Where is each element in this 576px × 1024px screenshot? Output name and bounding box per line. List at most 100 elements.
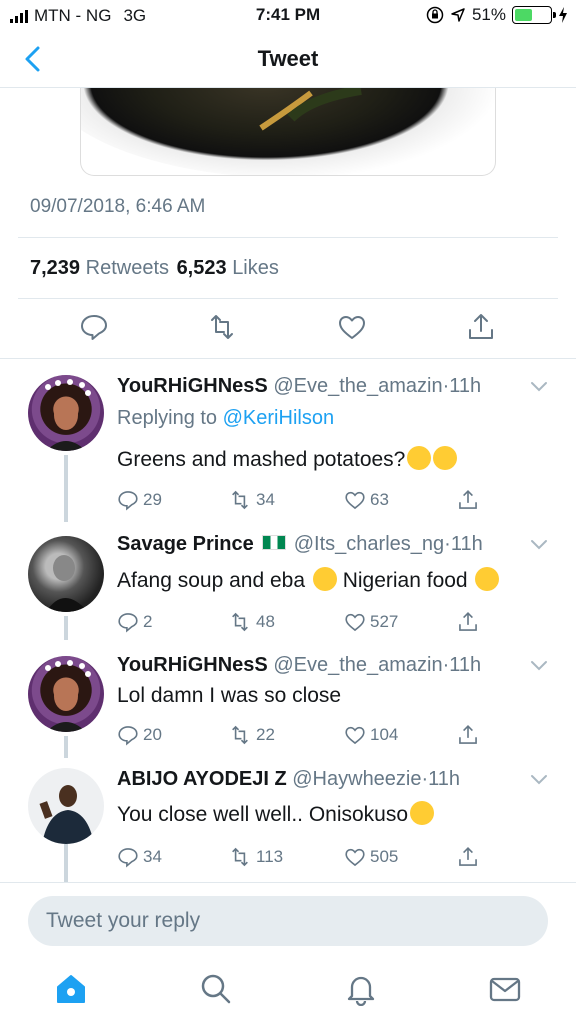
like-count: 505 bbox=[370, 847, 399, 866]
notifications-icon[interactable] bbox=[344, 972, 378, 1006]
tweet-stats: 7,239 Retweets 6,523 Likes bbox=[30, 257, 279, 280]
charging-icon bbox=[559, 7, 567, 23]
reply-time: 11h bbox=[449, 654, 482, 676]
reply-author-handle[interactable]: @Haywheezie bbox=[292, 768, 421, 790]
reply-retweet-action[interactable]: 113 bbox=[228, 846, 283, 868]
reply-item[interactable]: Savage Prince @Its_charles_ng·11h Afang s… bbox=[0, 522, 576, 640]
reply-header: ABIJO AYODEJI Z @Haywheezie·11h bbox=[117, 768, 460, 791]
reply-author-name[interactable]: ABIJO AYODEJI Z bbox=[117, 768, 287, 790]
page-title: Tweet bbox=[257, 46, 319, 71]
retweet-icon bbox=[232, 612, 248, 632]
avatar-photo bbox=[45, 379, 91, 451]
reply-share-action[interactable] bbox=[457, 846, 479, 868]
tweet-actions bbox=[0, 312, 576, 348]
chevron-down-icon[interactable] bbox=[530, 381, 548, 393]
reply-author-handle[interactable]: @Eve_the_amazin bbox=[273, 654, 442, 676]
retweet-count: 34 bbox=[256, 490, 275, 509]
chevron-down-icon[interactable] bbox=[530, 660, 548, 672]
share-icon[interactable] bbox=[466, 312, 496, 342]
heart-eyes-emoji-icon bbox=[475, 567, 500, 591]
reply-reply-action[interactable]: 34 bbox=[117, 846, 162, 868]
like-icon bbox=[345, 848, 365, 867]
reply-like-action[interactable]: 104 bbox=[344, 724, 398, 746]
like-icon bbox=[345, 726, 365, 745]
status-bar: MTN - NG 3G 7:41 PM 51% bbox=[0, 0, 576, 30]
battery-icon bbox=[512, 6, 556, 24]
tweet-timestamp: 09/07/2018, 6:46 AM bbox=[30, 196, 206, 217]
reply-text: Lol damn I was so close bbox=[117, 684, 342, 707]
chevron-down-icon[interactable] bbox=[530, 774, 548, 786]
retweet-icon bbox=[232, 490, 248, 510]
like-count: 63 bbox=[370, 490, 389, 509]
reply-header: Savage Prince @Its_charles_ng·11h bbox=[117, 533, 483, 556]
thinking-emoji-icon bbox=[407, 446, 432, 470]
reply-actions: 2 48 527 bbox=[117, 611, 557, 637]
reply-author-name[interactable]: YouRHiGHNesS bbox=[117, 654, 268, 676]
reply-text-content: Greens and mashed potatoes? bbox=[117, 448, 406, 471]
reply-retweet-action[interactable]: 34 bbox=[228, 489, 275, 511]
reply-author-handle[interactable]: @Eve_the_amazin bbox=[273, 375, 442, 397]
retweet-count: 48 bbox=[256, 612, 275, 631]
food-detail bbox=[259, 88, 362, 131]
reply-icon bbox=[118, 613, 138, 633]
reply-retweet-action[interactable]: 48 bbox=[228, 611, 275, 633]
like-icon bbox=[345, 613, 365, 632]
battery-percent: 51% bbox=[471, 5, 506, 24]
reply-author-name[interactable]: Savage Prince bbox=[117, 533, 254, 555]
reply-icon[interactable] bbox=[79, 312, 109, 342]
reply-item[interactable]: YouRHiGHNesS @Eve_the_amazin·11h Replyin… bbox=[0, 359, 576, 522]
thread-line bbox=[64, 616, 68, 640]
reply-text: You close well well.. Onisokuso bbox=[117, 801, 435, 827]
thread-line bbox=[64, 844, 68, 882]
like-icon[interactable] bbox=[337, 312, 367, 342]
reply-share-action[interactable] bbox=[457, 724, 479, 746]
nav-bar: Tweet bbox=[0, 30, 576, 88]
share-icon bbox=[459, 490, 477, 509]
reply-like-action[interactable]: 527 bbox=[344, 611, 398, 633]
home-icon[interactable] bbox=[54, 972, 88, 1006]
reply-count: 20 bbox=[143, 725, 162, 744]
reply-retweet-action[interactable]: 22 bbox=[228, 724, 275, 746]
tweet-media-image[interactable] bbox=[80, 88, 496, 176]
reply-header: YouRHiGHNesS @Eve_the_amazin·11h bbox=[117, 375, 481, 398]
chevron-down-icon[interactable] bbox=[530, 539, 548, 551]
avatar[interactable] bbox=[28, 375, 104, 451]
reply-item[interactable]: ABIJO AYODEJI Z @Haywheezie·11h You clos… bbox=[0, 758, 576, 882]
avatar[interactable] bbox=[28, 656, 104, 732]
reply-text: Afang soup and eba Nigerian food bbox=[117, 567, 500, 593]
like-icon bbox=[345, 491, 365, 510]
smile-emoji-icon bbox=[312, 567, 337, 591]
avatar[interactable] bbox=[28, 768, 104, 844]
reply-icon bbox=[118, 491, 138, 511]
likes-stat[interactable]: 6,523 Likes bbox=[177, 257, 279, 279]
reply-item[interactable]: YouRHiGHNesS @Eve_the_amazin·11h Lol dam… bbox=[0, 640, 576, 758]
reply-reply-action[interactable]: 20 bbox=[117, 724, 162, 746]
retweets-stat[interactable]: 7,239 Retweets bbox=[30, 257, 169, 279]
reply-like-action[interactable]: 505 bbox=[344, 846, 398, 868]
avatar-photo bbox=[45, 660, 91, 732]
reply-text-part2: Nigerian food bbox=[342, 569, 468, 592]
thread-line bbox=[64, 736, 68, 758]
reply-share-action[interactable] bbox=[457, 489, 479, 511]
reply-author-name[interactable]: YouRHiGHNesS bbox=[117, 375, 268, 397]
reply-count: 34 bbox=[143, 847, 162, 866]
likes-count: 6,523 bbox=[176, 257, 227, 279]
orientation-lock-icon bbox=[426, 6, 444, 24]
reply-header: YouRHiGHNesS @Eve_the_amazin·11h bbox=[117, 654, 481, 677]
retweet-icon[interactable] bbox=[207, 312, 237, 342]
search-icon[interactable] bbox=[199, 972, 233, 1006]
share-icon bbox=[459, 612, 477, 631]
reply-text: Greens and mashed potatoes? bbox=[117, 446, 458, 472]
replying-to-link[interactable]: @KeriHilson bbox=[223, 407, 334, 429]
reply-reply-action[interactable]: 29 bbox=[117, 489, 162, 511]
reply-author-handle[interactable]: @Its_charles_ng bbox=[294, 533, 444, 555]
reply-actions: 29 34 63 bbox=[117, 489, 557, 515]
reply-reply-action[interactable]: 2 bbox=[117, 611, 152, 633]
messages-icon[interactable] bbox=[488, 972, 522, 1006]
reply-share-action[interactable] bbox=[457, 611, 479, 633]
like-count: 104 bbox=[370, 725, 399, 744]
retweet-count: 113 bbox=[256, 847, 284, 866]
reply-like-action[interactable]: 63 bbox=[344, 489, 389, 511]
reply-input[interactable]: Tweet your reply bbox=[28, 896, 548, 946]
avatar[interactable] bbox=[28, 536, 104, 612]
